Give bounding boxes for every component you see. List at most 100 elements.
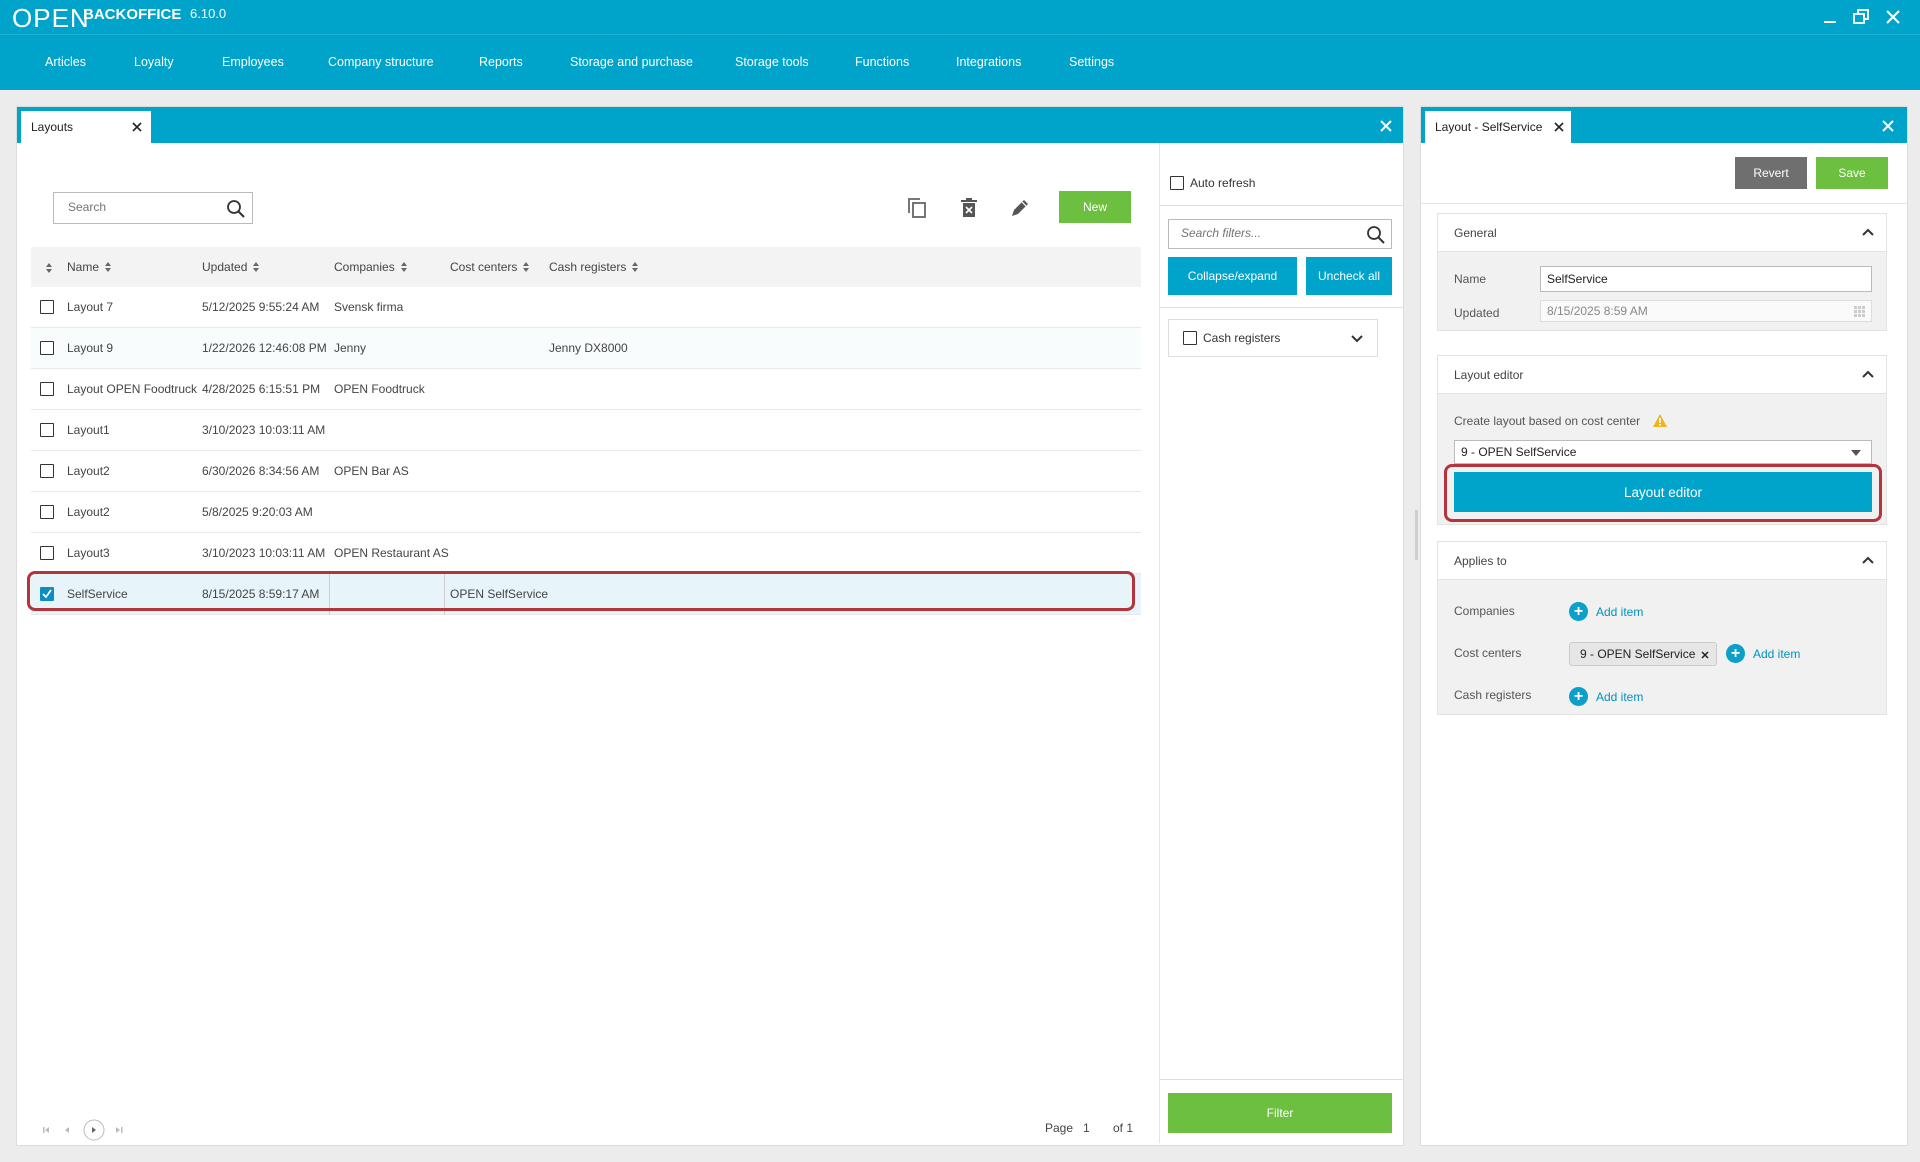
- tab-layout-selfservice-label: Layout - SelfService: [1435, 120, 1543, 134]
- updated-value: 8/15/2025 8:59 AM: [1547, 304, 1648, 318]
- sort-icon: [523, 262, 530, 272]
- menu-item-settings[interactable]: Settings: [1069, 55, 1114, 69]
- row-checkbox[interactable]: [40, 382, 54, 396]
- cash-registers-filter-label: Cash registers: [1203, 331, 1281, 345]
- general-section-title: General: [1454, 226, 1497, 240]
- menu-item-storage-tools[interactable]: Storage tools: [735, 55, 809, 69]
- chevron-up-icon[interactable]: [1862, 370, 1874, 380]
- close-panel-icon[interactable]: [1879, 117, 1897, 135]
- save-button[interactable]: Save: [1816, 157, 1888, 189]
- filter-search-input[interactable]: [1179, 220, 1359, 246]
- column-header-label: Updated: [202, 260, 248, 274]
- sort-icon: [253, 262, 260, 272]
- calendar-icon[interactable]: [1854, 306, 1865, 317]
- menu-item-functions[interactable]: Functions: [855, 55, 909, 69]
- filter-column: Auto refresh Collapse/expand Uncheck all…: [1159, 143, 1404, 1143]
- row-checkbox[interactable]: [40, 464, 54, 478]
- restore-icon[interactable]: [1849, 6, 1873, 28]
- table-row[interactable]: Layout OPEN Foodtruck 4/28/2025 6:15:51 …: [31, 369, 1141, 410]
- menu-item-storage-and-purchase[interactable]: Storage and purchase: [570, 55, 693, 69]
- uncheck-all-button[interactable]: Uncheck all: [1306, 257, 1392, 295]
- menu-item-articles[interactable]: Articles: [45, 55, 86, 69]
- table-row-selected[interactable]: SelfService 8/15/2025 8:59:17 AM OPEN Se…: [31, 574, 1141, 615]
- tab-layouts-label: Layouts: [31, 120, 74, 134]
- table-header: Name Updated Companies Cost centers Cash…: [31, 247, 1141, 287]
- add-company-button[interactable]: + Add item: [1569, 602, 1643, 621]
- row-checkbox-checked[interactable]: [40, 587, 54, 601]
- cash-registers-checkbox[interactable]: [1183, 331, 1197, 345]
- new-button[interactable]: New: [1059, 191, 1131, 223]
- tab-layouts[interactable]: Layouts: [21, 111, 151, 143]
- close-tab-icon[interactable]: [129, 119, 145, 135]
- panel-splitter[interactable]: [1415, 510, 1418, 560]
- filter-button[interactable]: Filter: [1168, 1093, 1392, 1133]
- menu-item-integrations[interactable]: Integrations: [956, 55, 1021, 69]
- row-checkbox[interactable]: [40, 423, 54, 437]
- cash-registers-filter[interactable]: Cash registers: [1168, 319, 1378, 357]
- close-icon[interactable]: [1881, 6, 1905, 28]
- chevron-down-icon[interactable]: [1351, 334, 1363, 344]
- close-panel-icon[interactable]: [1377, 117, 1395, 135]
- layout-editor-section-header[interactable]: Layout editor: [1438, 356, 1886, 394]
- collapse-expand-button[interactable]: Collapse/expand: [1168, 257, 1297, 295]
- layouts-panel: Layouts New Name Updated Companies Cost …: [16, 106, 1404, 1146]
- delete-icon[interactable]: [956, 195, 982, 221]
- revert-button[interactable]: Revert: [1735, 157, 1807, 189]
- cell-updated: 3/10/2023 10:03:11 AM: [202, 423, 326, 437]
- table-row[interactable]: Layout 7 5/12/2025 9:55:24 AM Svensk fir…: [31, 287, 1141, 328]
- row-checkbox[interactable]: [40, 505, 54, 519]
- column-header-updated[interactable]: Updated: [202, 260, 260, 274]
- column-header-cash-registers[interactable]: Cash registers: [549, 260, 639, 274]
- column-header-label: Companies: [334, 260, 395, 274]
- chevron-up-icon[interactable]: [1862, 228, 1874, 238]
- layout-editor-button[interactable]: Layout editor: [1454, 472, 1872, 512]
- cell-cost-centers: OPEN SelfService: [450, 587, 549, 601]
- column-header-cost-centers[interactable]: Cost centers: [450, 260, 530, 274]
- column-header-name[interactable]: Name: [67, 260, 112, 274]
- chevron-up-icon[interactable]: [1862, 556, 1874, 566]
- menu-item-company-structure[interactable]: Company structure: [328, 55, 434, 69]
- app-logo: OPEN: [12, 3, 90, 33]
- menu-item-reports[interactable]: Reports: [479, 55, 523, 69]
- pager-controls[interactable]: [39, 1119, 149, 1141]
- cell-name: Layout2: [67, 464, 110, 478]
- table-row[interactable]: Layout2 5/8/2025 9:20:03 AM: [31, 492, 1141, 533]
- filter-search-box: [1168, 219, 1392, 249]
- add-item-label: Add item: [1753, 646, 1801, 661]
- general-section-header[interactable]: General: [1438, 214, 1886, 252]
- close-tab-icon[interactable]: [1551, 119, 1567, 135]
- search-icon[interactable]: [1366, 225, 1386, 245]
- copy-icon[interactable]: [904, 195, 930, 221]
- title-bar: OPEN BACKOFFICE 6.10.0: [0, 0, 1920, 34]
- search-input[interactable]: [66, 193, 226, 221]
- edit-icon[interactable]: [1007, 195, 1033, 221]
- app-name: BACKOFFICE: [83, 6, 182, 23]
- table-row[interactable]: Layout1 3/10/2023 10:03:11 AM: [31, 410, 1141, 451]
- table-row[interactable]: Layout 9 1/22/2026 12:46:08 PM Jenny Jen…: [31, 328, 1141, 369]
- sort-icon: [400, 262, 407, 272]
- row-checkbox[interactable]: [40, 341, 54, 355]
- auto-refresh-checkbox[interactable]: [1170, 176, 1184, 190]
- name-field[interactable]: SelfService: [1540, 266, 1872, 292]
- row-checkbox[interactable]: [40, 546, 54, 560]
- add-cash-register-button[interactable]: + Add item: [1569, 687, 1643, 706]
- sort-icon[interactable]: [45, 262, 53, 274]
- add-cost-center-button[interactable]: + Add item: [1726, 644, 1800, 663]
- row-checkbox[interactable]: [40, 300, 54, 314]
- pager-page-number[interactable]: 1: [1083, 1121, 1090, 1135]
- plus-circle-icon: +: [1569, 687, 1588, 706]
- tab-layout-selfservice[interactable]: Layout - SelfService: [1425, 111, 1571, 143]
- search-icon[interactable]: [226, 199, 246, 219]
- cost-center-select[interactable]: 9 - OPEN SelfService: [1454, 440, 1872, 464]
- column-header-companies[interactable]: Companies: [334, 260, 408, 274]
- table-row[interactable]: Layout2 6/30/2026 8:34:56 AM OPEN Bar AS: [31, 451, 1141, 492]
- dropdown-arrow-icon[interactable]: [1851, 450, 1861, 456]
- applies-to-section-header[interactable]: Applies to: [1438, 542, 1886, 580]
- remove-chip-icon[interactable]: [1701, 651, 1709, 659]
- add-item-label: Add item: [1596, 604, 1644, 619]
- menu-item-employees[interactable]: Employees: [222, 55, 284, 69]
- minimize-icon[interactable]: [1818, 6, 1842, 28]
- menu-item-loyalty[interactable]: Loyalty: [134, 55, 174, 69]
- table-row[interactable]: Layout3 3/10/2023 10:03:11 AM OPEN Resta…: [31, 533, 1141, 574]
- cell-updated: 1/22/2026 12:46:08 PM: [202, 341, 327, 355]
